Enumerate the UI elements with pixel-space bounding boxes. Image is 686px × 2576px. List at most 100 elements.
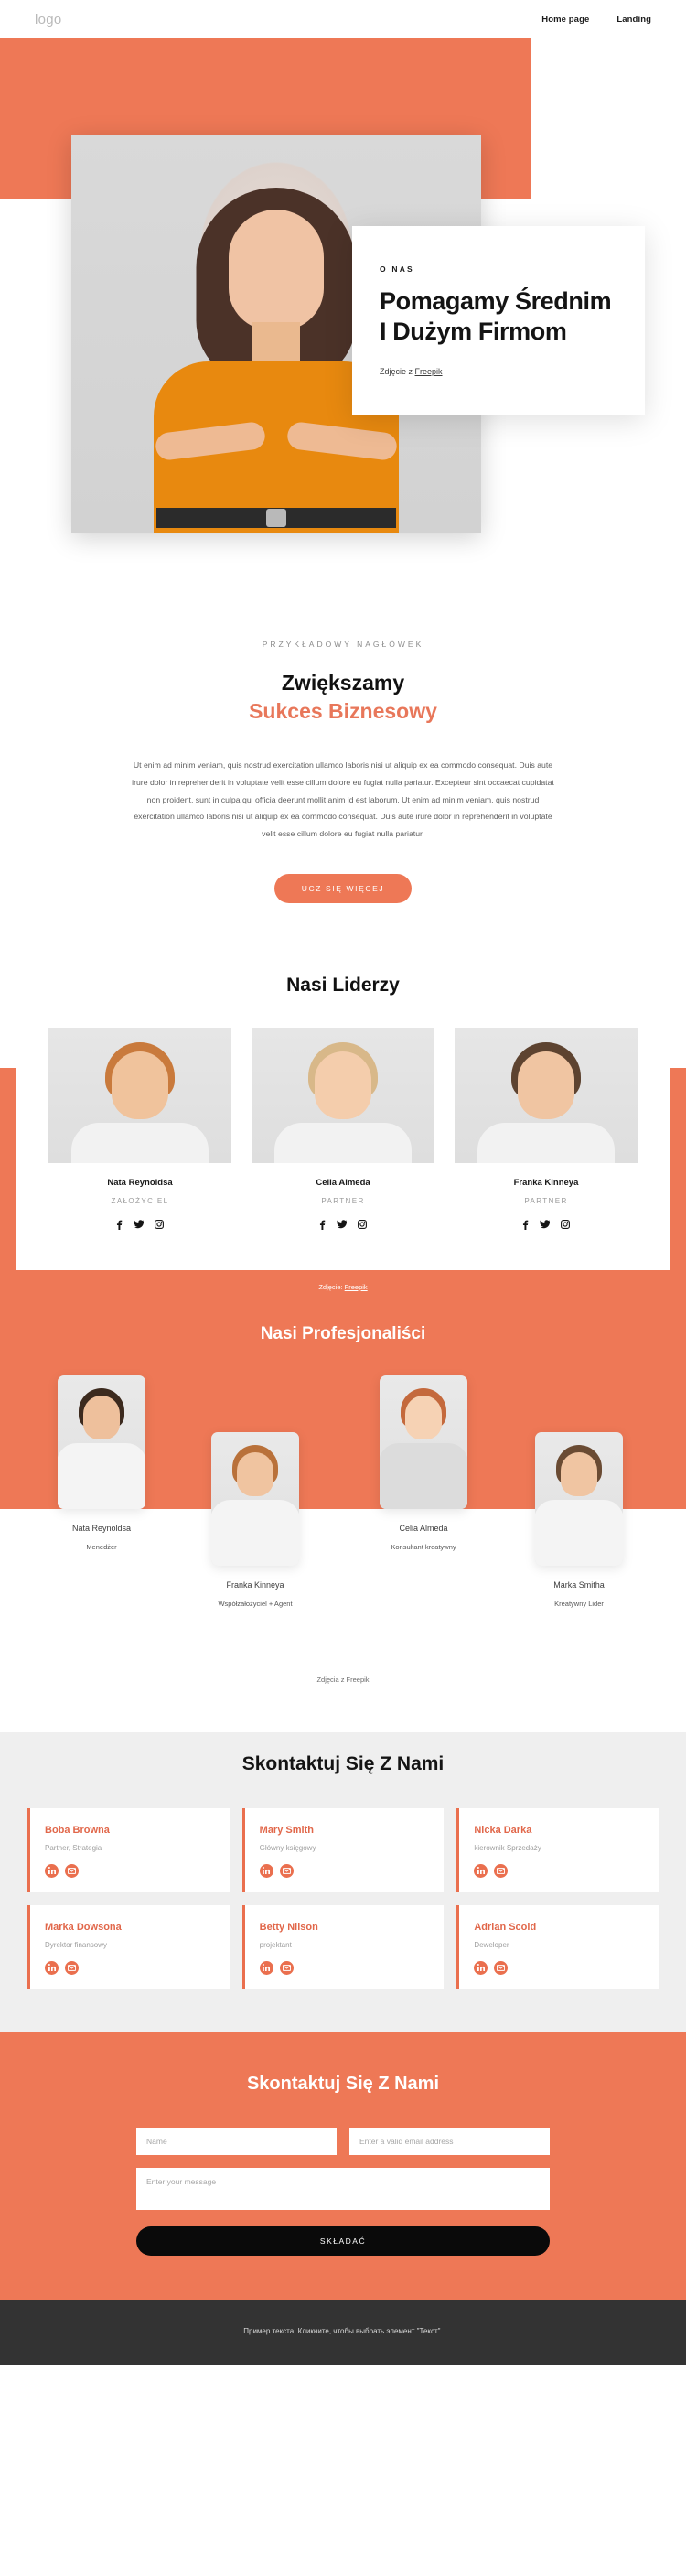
twitter-icon[interactable]	[134, 1219, 144, 1230]
leader-card[interactable]: Nata Reynoldsa ZAŁOŻYCIEL	[48, 1027, 231, 1230]
form-row-name-email	[136, 2127, 550, 2155]
leader-name: Celia Almeda	[316, 1177, 370, 1188]
intro-title-line1: Zwiększamy	[281, 671, 405, 695]
leaders-card-row: Nata Reynoldsa ZAŁOŻYCIEL Celia Almeda P…	[16, 1027, 670, 1270]
hero-eyebrow: O NAS	[380, 264, 414, 274]
site-header: logo Home page Landing	[0, 0, 686, 38]
photo-face-shape	[112, 1051, 168, 1119]
contacts-section: Skontaktuj Się Z Nami Boba Browna Partne…	[0, 1710, 686, 2032]
contact-card[interactable]: Marka Dowsona Dyrektor finansowy	[27, 1904, 230, 1989]
photo-body-shape	[211, 1499, 299, 1566]
photo-face-shape	[561, 1451, 597, 1496]
leader-card[interactable]: Celia Almeda PARTNER	[252, 1027, 434, 1230]
professional-photo	[58, 1374, 145, 1509]
linkedin-icon[interactable]	[474, 1863, 488, 1878]
name-input[interactable]	[136, 2127, 337, 2155]
contact-icons	[474, 1863, 644, 1878]
professional-role: Menedżer	[86, 1542, 117, 1551]
photo-body-shape	[71, 1122, 209, 1163]
instagram-icon[interactable]	[155, 1219, 164, 1230]
photo-body-shape	[535, 1499, 623, 1566]
twitter-icon[interactable]	[337, 1219, 347, 1230]
professionals-grid: Nata Reynoldsa Menedżer Franka Kinneya W…	[0, 1374, 686, 1732]
nav-item-home-page[interactable]: Home page	[541, 15, 589, 25]
photo-face-shape	[405, 1395, 442, 1439]
professional-card[interactable]: Marka Smitha Kreatywny Lider	[509, 1431, 648, 1608]
professional-card[interactable]: Nata Reynoldsa Menedżer	[32, 1374, 171, 1551]
leaders-photo-credit: Zdjęcie: Freepik	[0, 1270, 686, 1291]
contact-card[interactable]: Adrian Scold Deweloper	[456, 1904, 659, 1989]
site-footer: Пример текста. Кликните, чтобы выбрать э…	[0, 2299, 686, 2365]
hero-credit-prefix: Zdjęcie z	[380, 366, 415, 376]
facebook-icon[interactable]	[319, 1220, 326, 1230]
nav-item-landing[interactable]: Landing	[616, 15, 651, 25]
message-input[interactable]	[136, 2167, 550, 2210]
photo-face-shape	[237, 1451, 273, 1496]
linkedin-icon[interactable]	[259, 1960, 273, 1975]
photo-face-shape	[83, 1395, 120, 1439]
hero-section: O NAS Pomagamy Średnim I Dużym Firmom Zd…	[0, 38, 686, 574]
email-icon[interactable]	[494, 1863, 509, 1878]
contact-card[interactable]: Nicka Darka kierownik Sprzedaży	[456, 1807, 659, 1892]
contact-name: Boba Browna	[45, 1824, 110, 1836]
leaders-credit-link[interactable]: Freepik	[345, 1283, 368, 1291]
learn-more-button[interactable]: UCZ SIĘ WIĘCEJ	[273, 873, 413, 903]
logo[interactable]: logo	[35, 12, 62, 27]
instagram-icon[interactable]	[358, 1219, 367, 1230]
contacts-grid: Boba Browna Partner, Strategia Mary Smit…	[27, 1807, 659, 1989]
submit-button[interactable]: SKŁADAĆ	[136, 2226, 550, 2256]
professional-name: Franka Kinneya	[226, 1579, 284, 1590]
photo-face-shape	[518, 1051, 574, 1119]
linkedin-icon[interactable]	[45, 1863, 59, 1878]
leaders-section: Nasi Liderzy Nata Reynoldsa ZAŁOŻYCIEL C…	[0, 957, 686, 1342]
intro-title: Zwiększamy Sukces Biznesowy	[0, 669, 686, 726]
leader-photo	[48, 1027, 231, 1163]
linkedin-icon[interactable]	[474, 1960, 488, 1975]
linkedin-icon[interactable]	[45, 1960, 59, 1975]
professional-card[interactable]: Celia Almeda Konsultant kreatywny	[354, 1374, 493, 1551]
contact-name: Betty Nilson	[259, 1921, 318, 1933]
footer-text: Пример текста. Кликните, чтобы выбрать э…	[243, 2326, 443, 2335]
facebook-icon[interactable]	[116, 1220, 123, 1230]
leaders-credit-prefix: Zdjęcie:	[318, 1282, 345, 1291]
contact-role: Deweloper	[474, 1940, 509, 1949]
leader-role: PARTNER	[321, 1196, 365, 1205]
email-icon[interactable]	[494, 1960, 509, 1975]
professional-photo	[211, 1431, 299, 1566]
leaders-title: Nasi Liderzy	[286, 974, 400, 996]
contact-icons	[259, 1960, 430, 1975]
instagram-icon[interactable]	[561, 1219, 570, 1230]
email-input[interactable]	[349, 2127, 550, 2155]
email-icon[interactable]	[65, 1960, 79, 1975]
leader-name: Franka Kinneya	[513, 1177, 579, 1188]
contact-card[interactable]: Boba Browna Partner, Strategia	[27, 1807, 230, 1892]
professional-card[interactable]: Franka Kinneya Współzałożyciel + Agent	[186, 1431, 325, 1608]
professional-role: Kreatywny Lider	[554, 1599, 604, 1608]
email-icon[interactable]	[279, 1960, 294, 1975]
hero-title: Pomagamy Średnim I Dużym Firmom	[380, 287, 612, 345]
photo-body-shape	[58, 1442, 145, 1509]
contact-card[interactable]: Mary Smith Główny księgowy	[241, 1807, 445, 1892]
intro-section: PRZYKŁADOWY NAGŁÓWEK Zwiększamy Sukces B…	[0, 574, 686, 958]
email-icon[interactable]	[65, 1863, 79, 1878]
hero-credit-link[interactable]: Freepik	[415, 367, 443, 376]
contact-card[interactable]: Betty Nilson projektant	[241, 1904, 445, 1989]
twitter-icon[interactable]	[540, 1219, 550, 1230]
linkedin-icon[interactable]	[259, 1863, 273, 1878]
photo-face-shape	[229, 210, 324, 330]
contacts-title: Skontaktuj Się Z Nami	[241, 1752, 445, 1774]
main-nav: Home page Landing	[541, 15, 651, 25]
professionals-photo-credit: Zdjęcia z Freepik	[0, 1649, 686, 1711]
photo-body-shape	[274, 1122, 412, 1163]
professional-photo	[380, 1374, 467, 1509]
hero-photo-credit: Zdjęcie z Freepik	[380, 367, 617, 376]
leader-social-links	[48, 1219, 231, 1230]
professional-role: Konsultant kreatywny	[391, 1542, 456, 1551]
facebook-icon[interactable]	[522, 1220, 529, 1230]
contact-form: SKŁADAĆ	[136, 2127, 550, 2256]
email-icon[interactable]	[279, 1863, 294, 1878]
intro-paragraph: Ut enim ad minim veniam, quis nostrud ex…	[132, 760, 554, 838]
contact-form-section: Skontaktuj Się Z Nami SKŁADAĆ	[0, 2031, 686, 2300]
contact-name: Adrian Scold	[474, 1921, 537, 1933]
leader-card[interactable]: Franka Kinneya PARTNER	[455, 1027, 638, 1230]
